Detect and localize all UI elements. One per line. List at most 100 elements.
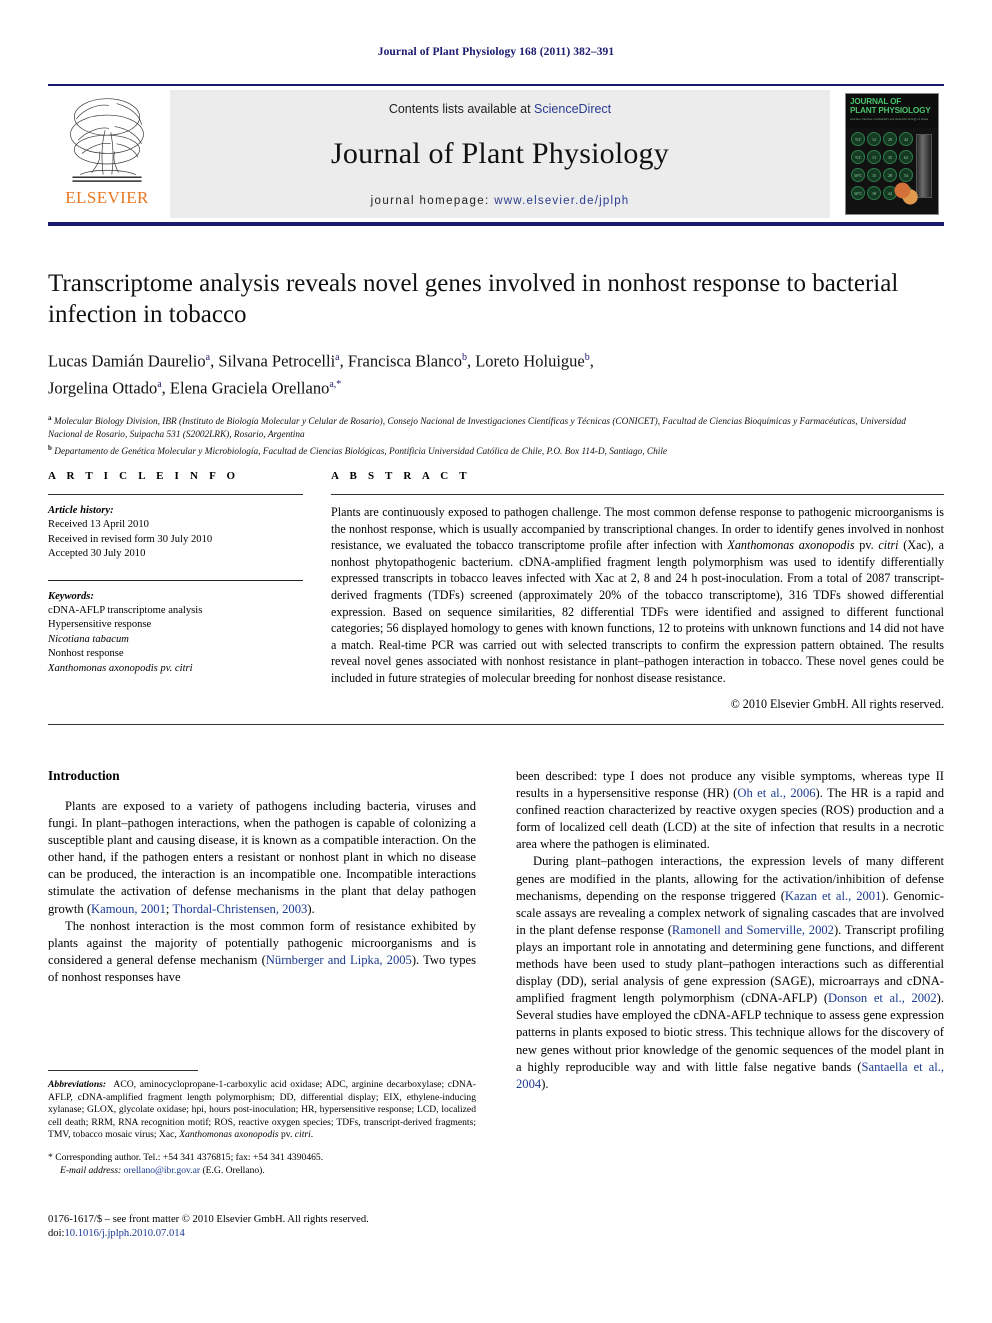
journal-homepage-line: journal homepage: www.elsevier.de/jplph <box>371 195 630 207</box>
doi-line: doi:10.1016/j.jplph.2010.07.014 <box>48 1227 369 1241</box>
cover-dot: 18 <box>867 186 881 200</box>
species-name: citri <box>294 1129 311 1141</box>
email-link[interactable]: orellano@ibr.gov.ar <box>124 1165 200 1176</box>
citation-link[interactable]: Thordal-Christensen, 2003 <box>172 902 307 916</box>
info-abstract-bottom-rule <box>48 723 944 725</box>
affiliation-a: a Molecular Biology Division, IBR (Insti… <box>48 412 928 441</box>
contents-list-line: Contents lists available at ScienceDirec… <box>389 102 611 116</box>
cover-plant-graphic <box>892 180 918 206</box>
homepage-prefix: journal homepage: <box>370 194 495 207</box>
doi-label: doi: <box>48 1228 65 1239</box>
contents-list-prefix: Contents lists available at <box>388 101 535 116</box>
abstract-copyright: © 2010 Elsevier GmbH. All rights reserve… <box>730 696 944 711</box>
author-affil-marker: a,* <box>329 378 342 390</box>
introduction-heading: Introduction <box>48 768 120 783</box>
author-affil-marker: a <box>157 378 162 390</box>
elsevier-tree-icon <box>70 98 144 182</box>
intro-paragraph-1: Plants are exposed to a variety of patho… <box>48 799 476 916</box>
journal-cover-thumbnail: JOURNAL OF PLANT PHYSIOLOGY structure, f… <box>840 90 944 218</box>
intro-paragraph-4: During plant–pathogen interactions, the … <box>516 854 944 1091</box>
footnote-rule <box>48 1070 198 1071</box>
article-history-block: Article history: Received 13 April 2010 … <box>48 495 303 562</box>
cover-dot: 35 <box>883 150 897 164</box>
abbreviations-footnote: Abbreviations: ACO, aminocyclopropane-1-… <box>48 1079 476 1141</box>
citation-link[interactable]: Kamoun, 2001 <box>91 902 166 916</box>
footnotes-block: Abbreviations: ACO, aminocyclopropane-1-… <box>48 1070 476 1177</box>
body-column-right: been described: type I does not produce … <box>516 768 944 1093</box>
citation-link[interactable]: Donson et al., 2002 <box>828 991 937 1005</box>
citation-link[interactable]: Santaella et al., 2004 <box>516 1060 944 1091</box>
article-info-heading: A R T I C L E I N F O <box>48 470 240 482</box>
keyword-item: Nicotiana tabacum <box>48 633 129 645</box>
journal-article-page: Journal of Plant Physiology 168 (2011) 3… <box>0 0 992 1323</box>
info-abstract-block: A R T I C L E I N F O Article history: R… <box>48 470 944 725</box>
masthead-bottom-rule <box>48 222 944 226</box>
running-head: Journal of Plant Physiology 168 (2011) 3… <box>377 46 615 58</box>
history-item: Received in revised form 30 July 2010 <box>48 533 213 545</box>
journal-title-band: Contents lists available at ScienceDirec… <box>170 90 830 218</box>
cover-image: JOURNAL OF PLANT PHYSIOLOGY structure, f… <box>845 93 939 215</box>
citation-link[interactable]: Oh et al., 2006 <box>737 786 815 800</box>
issn-line: 0176-1617/$ – see front matter © 2010 El… <box>48 1214 369 1225</box>
homepage-url-link[interactable]: www.elsevier.de/jplph <box>494 195 629 207</box>
keywords-label: Keywords: <box>48 590 94 602</box>
keyword-item: cDNA-AFLP transcriptome analysis <box>48 605 203 617</box>
affiliation-marker-a: a <box>48 414 52 422</box>
affiliation-a-text: Molecular Biology Division, IBR (Institu… <box>48 417 906 440</box>
author-list: Lucas Damián Daurelioa, Silvana Petrocel… <box>48 351 594 398</box>
masthead-top-rule <box>48 84 944 86</box>
cover-title-line1: JOURNAL OF <box>850 97 902 106</box>
affiliation-b: b Departamento de Genética Molecular y M… <box>48 442 928 459</box>
email-owner: (E.G. Orellano). <box>202 1164 265 1176</box>
journal-masthead: ELSEVIER Contents lists available at Sci… <box>48 84 944 226</box>
abstract-text: Plants are continuously exposed to patho… <box>331 505 944 685</box>
journal-name: Journal of Plant Physiology <box>331 136 669 170</box>
affiliation-marker-b: b <box>48 444 52 453</box>
abstract-column: A B S T R A C T Plants are continuously … <box>331 470 944 712</box>
abbreviations-label: Abbreviations: <box>48 1079 107 1090</box>
issn-block: 0176-1617/$ – see front matter © 2010 El… <box>48 1213 369 1241</box>
abstract-heading: A B S T R A C T <box>331 470 471 482</box>
species-name: citri <box>878 538 899 553</box>
sciencedirect-link[interactable]: ScienceDirect <box>534 102 611 116</box>
corresponding-author-text: * Corresponding author. Tel.: +54 341 43… <box>48 1151 324 1163</box>
species-name: Xanthomonas axonopodis <box>727 538 855 553</box>
page-title: Transcriptome analysis reveals novel gen… <box>48 270 899 328</box>
history-item: Accepted 30 July 2010 <box>48 548 146 560</box>
author-affil-marker: b <box>461 352 467 363</box>
cover-dot: 62 <box>899 150 913 164</box>
cover-dot: 30°C <box>851 168 865 182</box>
citation-link[interactable]: Ramonell and Somerville, 2002 <box>672 923 834 937</box>
article-info-column: A R T I C L E I N F O Article history: R… <box>48 470 303 712</box>
cover-dot: 42 <box>899 132 913 146</box>
cover-dot: 28 <box>883 132 897 146</box>
body-columns: Introduction Plants are exposed to a var… <box>48 768 944 1093</box>
species-name: Xanthomonas axonopodis <box>179 1129 279 1141</box>
elsevier-wordmark: ELSEVIER <box>65 188 149 207</box>
cover-dot: 12 <box>867 132 881 146</box>
cover-dot: 13 <box>867 150 881 164</box>
author-affil-marker: a <box>205 352 211 363</box>
body-column-left: Introduction Plants are exposed to a var… <box>48 768 476 1093</box>
cover-subtitle: structure, function, biochemistry and mo… <box>850 117 929 121</box>
citation-link[interactable]: Nürnberger and Lipka, 2005 <box>266 953 412 967</box>
cover-dot: 15 <box>867 168 881 182</box>
affiliation-b-text: Departamento de Genética Molecular y Mic… <box>54 447 668 458</box>
cover-dot: %T <box>851 150 865 164</box>
corresponding-author-footnote: * Corresponding author. Tel.: +54 341 43… <box>48 1151 476 1177</box>
cover-header: JOURNAL OF PLANT PHYSIOLOGY structure, f… <box>846 94 938 128</box>
keyword-item: Xanthomonas axonopodis pv. citri <box>48 662 193 674</box>
citation-link[interactable]: Kazan et al., 2001 <box>785 889 882 903</box>
doi-link[interactable]: 10.1016/j.jplph.2010.07.014 <box>64 1228 184 1239</box>
title-area: Transcriptome analysis reveals novel gen… <box>48 268 928 459</box>
email-label: E-mail address: <box>60 1164 122 1176</box>
author-affil-marker: a <box>335 352 340 363</box>
article-history-label: Article history: <box>48 505 114 516</box>
cover-dot: %T <box>851 132 865 146</box>
cover-test-tube-graphic <box>916 134 932 198</box>
keyword-item: Hypersensitive response <box>48 619 152 631</box>
history-item: Received 13 April 2010 <box>48 519 149 531</box>
keyword-item: Nonhost response <box>48 648 124 660</box>
intro-paragraph-2: The nonhost interaction is the most comm… <box>48 918 476 984</box>
keywords-block: Keywords: cDNA-AFLP transcriptome analys… <box>48 581 303 676</box>
